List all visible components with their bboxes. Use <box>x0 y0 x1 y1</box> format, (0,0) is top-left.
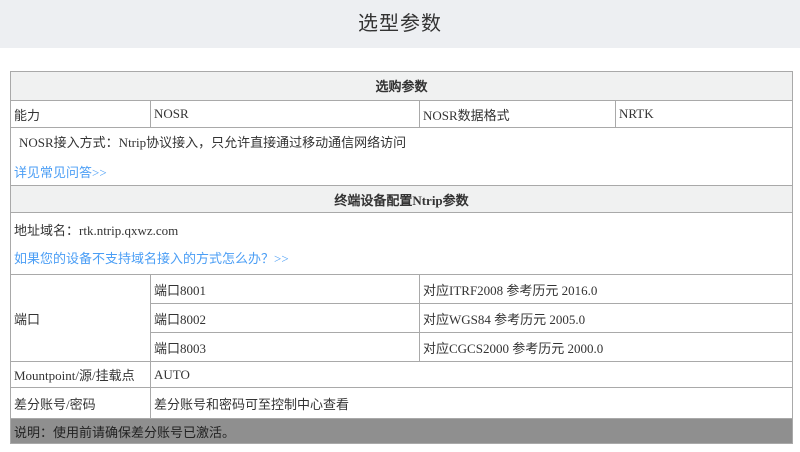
domain-fallback-link[interactable]: 如果您的设备不支持域名接入的方式怎么办？>> <box>14 251 289 266</box>
port-8003-cell: 端口8003 <box>151 333 420 362</box>
access-mode-text: NOSR接入方式：Ntrip协议接入，只允许直接通过移动通信网络访问 <box>14 132 789 151</box>
account-value-cell: 差分账号和密码可至控制中心查看 <box>151 388 793 419</box>
domain-row: 地址域名：rtk.ntrip.qxwz.com 如果您的设备不支持域名接入的方式… <box>11 213 793 275</box>
access-mode-cell: NOSR接入方式：Ntrip协议接入，只允许直接通过移动通信网络访问 详见常见问… <box>11 128 793 186</box>
port-8003-desc-cell: 对应CGCS2000 参考历元 2000.0 <box>420 333 793 362</box>
section-header-row-ntrip: 终端设备配置Ntrip参数 <box>11 186 793 213</box>
page-title: 选型参数 <box>358 7 442 36</box>
port-8001-desc-cell: 对应ITRF2008 参考历元 2016.0 <box>420 275 793 304</box>
port-row-1: 端口 端口8001 对应ITRF2008 参考历元 2016.0 <box>11 275 793 304</box>
port-8001-cell: 端口8001 <box>151 275 420 304</box>
section-header-purchase: 选购参数 <box>11 72 793 101</box>
capability-nosr-cell: NOSR <box>151 101 420 128</box>
note-cell: 说明：使用前请确保差分账号已激活。 <box>11 419 793 444</box>
port-label-cell: 端口 <box>11 275 151 362</box>
note-row: 说明：使用前请确保差分账号已激活。 <box>11 419 793 444</box>
port-8002-desc-cell: 对应WGS84 参考历元 2005.0 <box>420 304 793 333</box>
capability-label-cell: 能力 <box>11 101 151 128</box>
mountpoint-label-cell: Mountpoint/源/挂载点 <box>11 362 151 388</box>
domain-link-line: 如果您的设备不支持域名接入的方式怎么办？>> <box>14 248 789 267</box>
port-8002-cell: 端口8002 <box>151 304 420 333</box>
domain-cell: 地址域名：rtk.ntrip.qxwz.com 如果您的设备不支持域名接入的方式… <box>11 213 793 275</box>
capability-format-cell: NOSR数据格式 <box>420 101 616 128</box>
mountpoint-value-cell: AUTO <box>151 362 793 388</box>
section-header-ntrip: 终端设备配置Ntrip参数 <box>11 186 793 213</box>
capability-nrtk-cell: NRTK <box>616 101 793 128</box>
account-label-cell: 差分账号/密码 <box>11 388 151 419</box>
mountpoint-row: Mountpoint/源/挂载点 AUTO <box>11 362 793 388</box>
parameters-table: 选购参数 能力 NOSR NOSR数据格式 NRTK NOSR接入方式：Ntri… <box>10 71 793 444</box>
access-mode-row: NOSR接入方式：Ntrip协议接入，只允许直接通过移动通信网络访问 详见常见问… <box>11 128 793 186</box>
domain-text: 地址域名：rtk.ntrip.qxwz.com <box>14 220 789 239</box>
section-header-row-purchase: 选购参数 <box>11 72 793 101</box>
faq-link-line: 详见常见问答>> <box>14 162 789 181</box>
capability-row: 能力 NOSR NOSR数据格式 NRTK <box>11 101 793 128</box>
page-header-band: 选型参数 <box>0 0 800 48</box>
account-row: 差分账号/密码 差分账号和密码可至控制中心查看 <box>11 388 793 419</box>
faq-link[interactable]: 详见常见问答>> <box>14 165 107 180</box>
